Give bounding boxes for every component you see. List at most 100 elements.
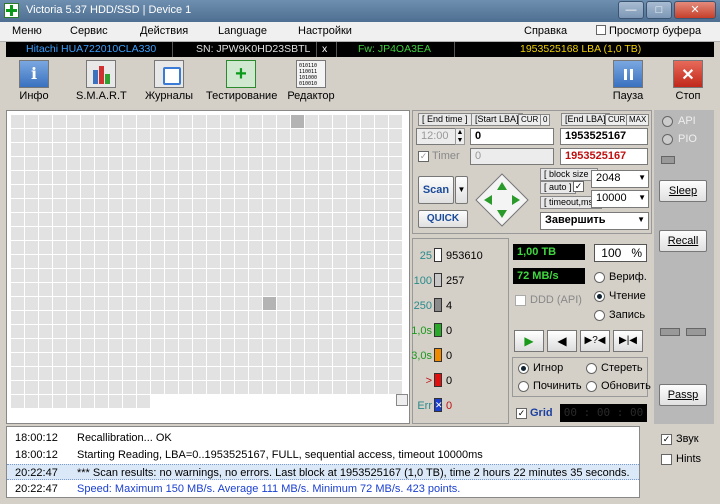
map-block xyxy=(249,213,262,226)
smart-button[interactable]: S.M.A.R.T xyxy=(76,60,127,106)
map-block xyxy=(39,283,52,296)
refresh-radio[interactable] xyxy=(586,381,597,392)
map-block xyxy=(347,353,360,366)
ddd-api-label: DDD (API) xyxy=(530,294,582,306)
map-block xyxy=(207,227,220,240)
map-block xyxy=(11,129,24,142)
log-time: 20:22:47 xyxy=(15,483,58,495)
menu-item-settings[interactable]: Настройки xyxy=(298,25,352,37)
pause-button[interactable]: Пауза xyxy=(608,60,648,106)
timeout-select[interactable]: 10000 ▼ xyxy=(591,190,649,208)
random-seek-button[interactable]: ▶?◀ xyxy=(580,330,610,352)
log-row[interactable]: 20:22:47 *** Scan results: no warnings, n… xyxy=(7,464,639,480)
map-block xyxy=(109,367,122,380)
testing-button[interactable]: Тестирование xyxy=(206,60,278,106)
drive-serial: SN: JPW9K0HD23SBTL xyxy=(196,43,311,55)
log-row[interactable]: 18:00:12 Recallibration... OK xyxy=(7,430,639,446)
play-button[interactable]: ▶ xyxy=(514,330,544,352)
map-block xyxy=(123,157,136,170)
testing-cross-icon xyxy=(226,60,256,88)
passp-button[interactable]: Passp xyxy=(659,384,707,406)
map-block xyxy=(25,325,38,338)
reverse-button[interactable]: ◀ xyxy=(547,330,577,352)
menu-item-buffer[interactable]: Просмотр буфера xyxy=(596,25,701,37)
map-block xyxy=(207,157,220,170)
log-row[interactable]: 18:00:12 Starting Reading, LBA=0..1953525… xyxy=(7,447,639,463)
event-log[interactable]: 18:00:12 Recallibration... OK 18:00:12 Star… xyxy=(6,426,640,498)
hints-checkbox[interactable] xyxy=(661,454,672,465)
butterfly-button[interactable]: ▶|◀ xyxy=(613,330,643,352)
map-block xyxy=(137,283,150,296)
ddd-api-checkbox[interactable] xyxy=(515,295,526,306)
editor-button[interactable]: 010110 110011 101000 010010 Редактор xyxy=(286,60,336,106)
erase-radio[interactable] xyxy=(586,363,597,374)
repair-label: Починить xyxy=(533,380,582,392)
end-lba-input[interactable]: 1953525167 xyxy=(560,128,648,145)
menu-item-actions[interactable]: Действия xyxy=(140,25,188,37)
map-block xyxy=(319,115,332,128)
info-button[interactable]: Инфо xyxy=(12,60,56,106)
sound-checkbox[interactable]: ✓ xyxy=(661,434,672,445)
sleep-button[interactable]: Sleep xyxy=(659,180,707,202)
map-block xyxy=(221,157,234,170)
read-radio[interactable] xyxy=(594,291,605,302)
menu-item-help[interactable]: Справка xyxy=(524,25,567,37)
map-block xyxy=(137,311,150,324)
minimize-button[interactable]: — xyxy=(618,1,644,19)
start-lba-input[interactable]: 0 xyxy=(470,128,554,145)
scan-button[interactable]: Scan xyxy=(418,176,454,204)
timer-input[interactable]: 0 xyxy=(470,148,554,165)
api-radio[interactable] xyxy=(662,116,673,127)
pio-radio[interactable] xyxy=(662,134,673,145)
map-block xyxy=(207,283,220,296)
close-button[interactable]: ✕ xyxy=(674,1,716,19)
menu-item-menu[interactable]: Меню xyxy=(12,25,42,37)
map-block xyxy=(347,283,360,296)
menu-item-language[interactable]: Language xyxy=(218,25,267,37)
map-block xyxy=(333,185,346,198)
recall-button[interactable]: Recall xyxy=(659,230,707,252)
map-block xyxy=(305,269,318,282)
map-block xyxy=(277,171,290,184)
direction-pad[interactable] xyxy=(474,172,530,228)
map-block xyxy=(291,185,304,198)
map-block xyxy=(109,129,122,142)
testing-label: Тестирование xyxy=(206,90,278,102)
maximize-button[interactable]: □ xyxy=(646,1,672,19)
scan-dropdown-button[interactable]: ▼ xyxy=(455,176,468,204)
auto-checkbox[interactable]: ✓ xyxy=(573,181,584,192)
stat-count: 0 xyxy=(446,375,453,387)
start-lba-zero-button[interactable]: 0 xyxy=(540,114,551,126)
map-block xyxy=(25,297,38,310)
drive-x-marker: x xyxy=(322,43,328,55)
timer-checkbox[interactable]: ✓ xyxy=(418,151,429,162)
log-row[interactable]: 20:22:47 Speed: Maximum 150 MB/s. Average… xyxy=(7,481,639,497)
stop-button[interactable]: Стоп xyxy=(668,60,708,106)
journals-button[interactable]: Журналы xyxy=(144,60,194,106)
end-lba-cur-button[interactable]: CUR xyxy=(605,114,629,126)
finish-action-select[interactable]: Завершить ▼ xyxy=(540,212,649,230)
buffer-icon xyxy=(596,25,606,35)
end-lba-max-button[interactable]: MAX xyxy=(626,114,650,126)
map-block xyxy=(39,367,52,380)
quick-button[interactable]: QUICK xyxy=(418,210,468,228)
write-radio[interactable] xyxy=(594,310,605,321)
map-block xyxy=(53,283,66,296)
menu-item-service[interactable]: Сервис xyxy=(70,25,108,37)
ignore-radio[interactable] xyxy=(518,363,529,374)
map-block xyxy=(361,241,374,254)
map-block xyxy=(319,255,332,268)
map-block xyxy=(263,185,276,198)
end-time-input[interactable]: 12:00 xyxy=(416,128,456,145)
map-block xyxy=(151,269,164,282)
start-lba-cur-button[interactable]: CUR xyxy=(518,114,542,126)
map-scroll-thumb[interactable] xyxy=(396,394,408,406)
map-block xyxy=(95,353,108,366)
repair-radio[interactable] xyxy=(518,381,529,392)
verify-radio[interactable] xyxy=(594,272,605,283)
grid-checkbox[interactable]: ✓ xyxy=(516,408,527,419)
map-block xyxy=(277,339,290,352)
end-time-spinner[interactable]: ▲ ▼ xyxy=(455,128,465,145)
map-block xyxy=(179,311,192,324)
block-size-select[interactable]: 2048 ▼ xyxy=(591,170,649,188)
